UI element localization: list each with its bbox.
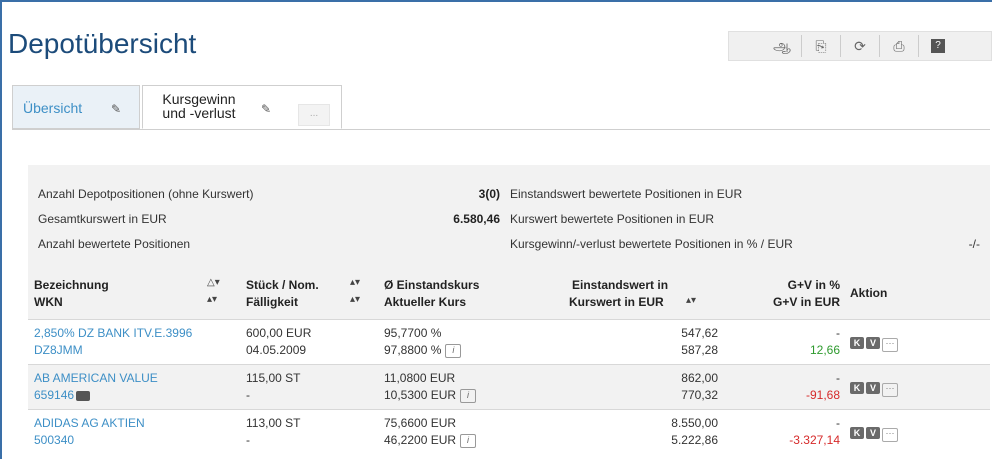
- action-group: K V ···: [850, 424, 898, 442]
- summary-gv-value: -/-: [968, 237, 980, 251]
- sort-name-icon[interactable]: △▾: [207, 277, 220, 288]
- current-price-value: 10,5300 EUR i: [384, 387, 477, 404]
- market-value: 587,28: [681, 343, 718, 357]
- toolbar: ஆ ⎘ ⟳ ⎙ ?: [728, 31, 992, 61]
- security-wkn-text: 659146: [34, 388, 75, 402]
- security-name-link[interactable]: 2,850% DZ BANK ITV.E.3996: [34, 325, 192, 342]
- sell-button[interactable]: V: [866, 337, 880, 349]
- header-qty: Stück / Nom.: [246, 278, 319, 292]
- header-cost: Einstandswert in: [572, 278, 669, 292]
- sort-wkn-icon[interactable]: ▴▾: [207, 294, 217, 305]
- more-actions-button[interactable]: ···: [882, 338, 898, 352]
- current-price-text: 10,5300 EUR: [384, 388, 457, 402]
- security-wkn-link[interactable]: 659146: [34, 387, 91, 404]
- header-value: Kurswert in EUR: [569, 295, 664, 309]
- summary-total-label: Gesamtkurswert in EUR: [38, 212, 167, 226]
- page-title: Depotübersicht: [8, 28, 197, 59]
- gv-percent-value: -: [836, 416, 840, 430]
- buy-button[interactable]: K: [850, 427, 864, 439]
- pencil-icon[interactable]: ✎: [111, 102, 121, 116]
- tab-overview-label: Übersicht: [23, 100, 83, 116]
- summary-rated-label: Anzahl bewertete Positionen: [38, 237, 191, 251]
- gv-percent-value: -: [836, 326, 840, 340]
- summary-cost-label: Einstandswert bewertete Positionen in EU…: [510, 187, 743, 201]
- header-action: Aktion: [850, 286, 888, 300]
- more-actions-button[interactable]: ···: [882, 383, 898, 397]
- gv-eur-value: -91,68: [805, 388, 840, 402]
- sort-due-icon[interactable]: ▴▾: [350, 294, 360, 305]
- qty-value: 115,00 ST: [246, 371, 301, 385]
- summary-market-label: Kurswert bewertete Positionen in EUR: [510, 212, 715, 226]
- security-name-link[interactable]: ADIDAS AG AKTIEN: [34, 415, 145, 432]
- more-actions-button[interactable]: ···: [882, 428, 898, 442]
- current-price-text: 46,2200 EUR: [384, 433, 457, 447]
- print-icon[interactable]: ⎙: [880, 35, 919, 57]
- header-avg-price: Ø Einstandskurs: [384, 278, 480, 292]
- summary-total-value: 6.580,46: [453, 212, 500, 226]
- gv-percent-value: -: [836, 371, 840, 385]
- current-price-value: 46,2200 EUR i: [384, 432, 477, 449]
- avg-price-value: 95,7700 %: [384, 326, 442, 340]
- sell-button[interactable]: V: [866, 382, 880, 394]
- header-gv-eur: G+V in EUR: [772, 295, 840, 309]
- action-group: K V ···: [850, 379, 898, 397]
- sort-value-icon[interactable]: ▴▾: [686, 295, 696, 306]
- tab-overview[interactable]: Übersicht ✎: [12, 85, 140, 129]
- market-value: 5.222,86: [671, 433, 718, 447]
- sell-button[interactable]: V: [866, 427, 880, 439]
- help-icon[interactable]: ?: [919, 35, 957, 57]
- refresh-icon[interactable]: ⟳: [841, 35, 880, 57]
- qty-value: 113,00 ST: [246, 416, 301, 430]
- export-icon[interactable]: ⎘: [802, 35, 841, 57]
- due-value: 04.05.2009: [246, 343, 307, 357]
- header-wkn: WKN: [34, 295, 63, 309]
- sort-qty-icon[interactable]: ▴▾: [350, 277, 360, 288]
- pencil-icon[interactable]: ✎: [261, 102, 271, 116]
- current-price-value: 97,8800 % i: [384, 342, 462, 359]
- summary-count-value: 3(0): [478, 187, 500, 201]
- due-value: -: [246, 388, 250, 402]
- eye-search-icon[interactable]: ஆ: [763, 35, 802, 57]
- summary-panel: Anzahl Depotpositionen (ohne Kurswert) 3…: [28, 165, 990, 265]
- tab-gain-loss-label: Kursgewinn und -verlust: [162, 91, 236, 121]
- table-row: 2,850% DZ BANK ITV.E.3996 DZ8JMM 600,00 …: [28, 319, 990, 364]
- header-name: Bezeichnung: [34, 278, 109, 292]
- gv-eur-value: 12,66: [809, 343, 840, 357]
- market-value: 770,32: [681, 388, 718, 402]
- info-icon[interactable]: i: [445, 343, 462, 358]
- tab-gain-loss[interactable]: Kursgewinn und -verlust ✎ ...: [142, 85, 342, 129]
- header-current-price: Aktueller Kurs: [384, 295, 467, 309]
- header-due: Fälligkeit: [246, 295, 299, 309]
- info-icon[interactable]: i: [460, 433, 477, 448]
- avg-price-value: 11,0800 EUR: [384, 371, 456, 385]
- current-price-text: 97,8800 %: [384, 343, 442, 357]
- table-row: ADIDAS AG AKTIEN 500340 113,00 ST - 75,6…: [28, 409, 990, 459]
- security-wkn-link[interactable]: 500340: [34, 432, 74, 449]
- summary-count-label: Anzahl Depotpositionen (ohne Kurswert): [38, 187, 254, 201]
- cost-value: 862,00: [681, 371, 718, 385]
- avg-price-value: 75,6600 EUR: [384, 416, 457, 430]
- table-header: Bezeichnung WKN △▾ ▴▾ Stück / Nom. Fälli…: [28, 265, 990, 319]
- security-name-link[interactable]: AB AMERICAN VALUE: [34, 370, 158, 387]
- buy-button[interactable]: K: [850, 337, 864, 349]
- cost-value: 547,62: [681, 326, 718, 340]
- summary-gv-label: Kursgewinn/-verlust bewertete Positionen…: [510, 237, 793, 251]
- due-value: -: [246, 433, 250, 447]
- chat-icon[interactable]: [76, 390, 91, 401]
- qty-value: 600,00 EUR: [246, 326, 312, 340]
- action-group: K V ···: [850, 334, 898, 352]
- info-icon[interactable]: i: [460, 388, 477, 403]
- buy-button[interactable]: K: [850, 382, 864, 394]
- gv-eur-value: -3.327,14: [789, 433, 840, 447]
- header-gv-percent: G+V in %: [787, 278, 840, 292]
- more-tabs-button[interactable]: ...: [298, 104, 330, 126]
- table-row: AB AMERICAN VALUE 659146 115,00 ST - 11,…: [28, 364, 990, 409]
- tab-bar: Übersicht ✎ Kursgewinn und -verlust ✎ ..…: [12, 85, 990, 130]
- cost-value: 8.550,00: [671, 416, 718, 430]
- security-wkn-link[interactable]: DZ8JMM: [34, 342, 83, 359]
